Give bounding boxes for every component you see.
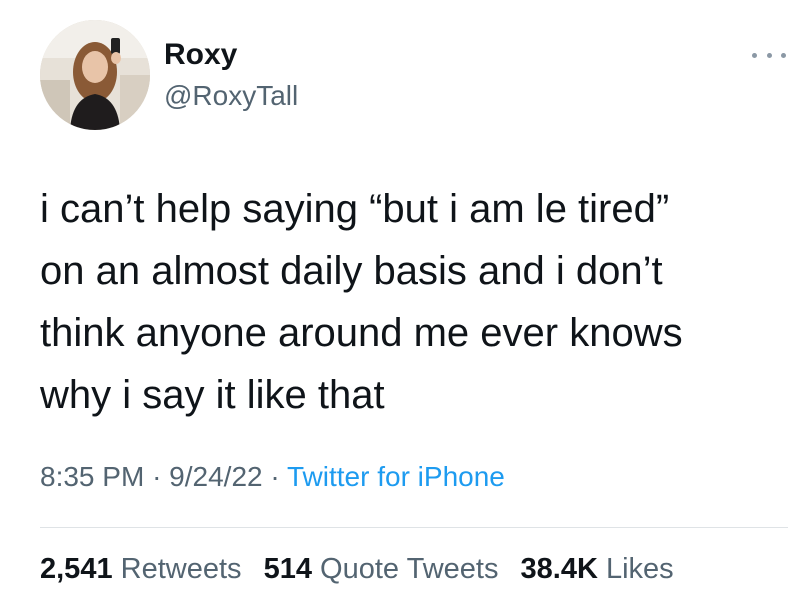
quote-tweets-stat[interactable]: 514 Quote Tweets xyxy=(264,553,499,585)
tweet-source-link[interactable]: Twitter for iPhone xyxy=(287,461,505,492)
author-name[interactable]: Roxy xyxy=(164,38,237,72)
dot xyxy=(781,52,786,58)
tweet-text-line: why i say it like that xyxy=(40,373,385,417)
author-handle[interactable]: @RoxyTall xyxy=(164,80,298,112)
divider xyxy=(40,527,788,528)
dot xyxy=(766,52,772,58)
likes-stat[interactable]: 38.4K Likes xyxy=(521,553,674,585)
tweet-text: i can’t help saying “but i am le tired” … xyxy=(40,178,780,426)
profile-photo-icon xyxy=(40,20,150,130)
tweet-card: Roxy @RoxyTall i can’t help saying “but … xyxy=(0,0,805,605)
tweet-meta: 8:35 PM · 9/24/22 · Twitter for iPhone xyxy=(40,461,505,493)
dot xyxy=(752,52,757,58)
meta-separator: · xyxy=(152,461,162,492)
retweets-count: 2,541 xyxy=(40,553,113,585)
tweet-date[interactable]: 9/24/22 xyxy=(169,461,262,492)
meta-separator: · xyxy=(270,461,280,492)
likes-count: 38.4K xyxy=(520,553,598,585)
tweet-stats: 2,541 Retweets 514 Quote Tweets 38.4K Li… xyxy=(40,553,688,586)
retweets-label: Retweets xyxy=(120,553,242,585)
tweet-text-line: on an almost daily basis and i don’t xyxy=(40,249,663,293)
quote-tweets-count: 514 xyxy=(263,553,312,585)
quote-tweets-label: Quote Tweets xyxy=(320,553,499,585)
more-dots-icon[interactable] xyxy=(752,48,786,62)
tweet-time[interactable]: 8:35 PM xyxy=(40,461,144,492)
avatar[interactable] xyxy=(40,20,150,130)
tweet-text-line: i can’t help saying “but i am le tired” xyxy=(40,187,670,231)
tweet-text-line: think anyone around me ever knows xyxy=(40,311,683,355)
retweets-stat[interactable]: 2,541 Retweets xyxy=(40,553,242,585)
likes-label: Likes xyxy=(605,553,674,585)
